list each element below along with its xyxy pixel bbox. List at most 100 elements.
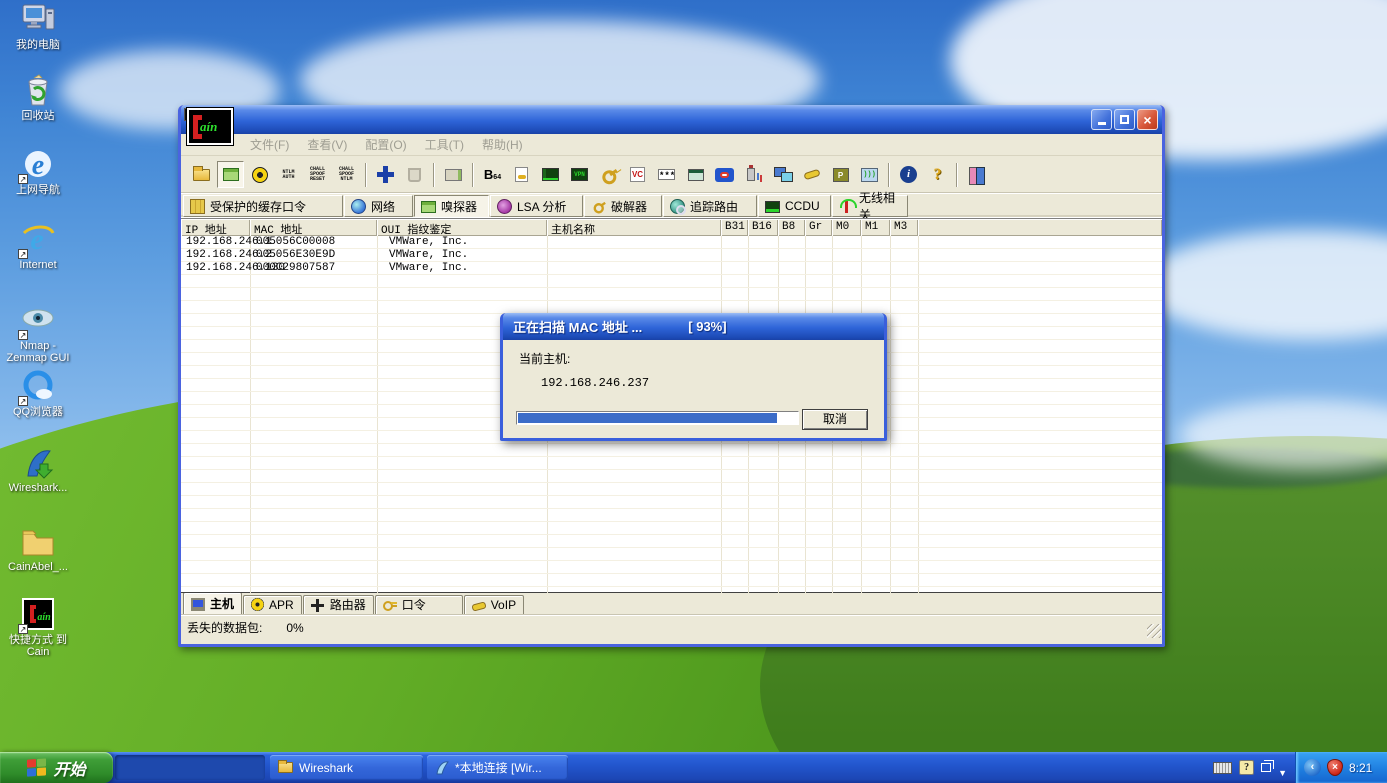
box-revealer-icon[interactable] — [798, 161, 825, 188]
column-header-m0[interactable]: M0 — [832, 219, 861, 236]
tab-lsa-secrets[interactable]: LSA 分析 — [490, 195, 583, 217]
cisco-md5-icon[interactable] — [537, 161, 564, 188]
column-header-hostname[interactable]: 主机名称 — [547, 219, 721, 236]
desktop-icon-nmap-zenmap[interactable]: ↗ Nmap - Zenmap GUI — [4, 304, 72, 364]
toolbar-separator — [956, 162, 958, 187]
menu-view[interactable]: 查看(V) — [300, 134, 354, 155]
toolbar-separator — [365, 162, 367, 187]
keyboard-layout-icon[interactable] — [1213, 761, 1233, 774]
start-button[interactable]: 开始 — [0, 752, 113, 783]
menu-tools[interactable]: 工具(T) — [418, 134, 471, 155]
open-file-icon[interactable] — [188, 161, 215, 188]
dialup-password-icon[interactable] — [595, 161, 622, 188]
add-to-list-icon[interactable] — [372, 161, 399, 188]
tab-ccdu[interactable]: CCDU — [758, 195, 831, 217]
taskbar: 开始 Wireshark *本地连接 [Wir... ? ▼ ‹ × 8:21 — [0, 752, 1387, 783]
maximize-button[interactable] — [1114, 109, 1135, 130]
column-header-m1[interactable]: M1 — [861, 219, 890, 236]
current-host-value: 192.168.246.237 — [541, 376, 650, 390]
keys-icon — [382, 599, 397, 611]
desktop-icon-recycle-bin[interactable]: 回收站 — [4, 74, 72, 122]
close-button[interactable]: × — [1137, 109, 1158, 130]
ime-help-icon[interactable]: ? — [1239, 760, 1255, 775]
shortcut-arrow-overlay: ↗ — [18, 249, 28, 259]
mac-scan-dialog: 正在扫描 MAC 地址 ... [ 93%] 当前主机: 192.168.246… — [500, 313, 887, 441]
toolbar-separator — [433, 162, 435, 187]
cisco-type7-icon[interactable] — [711, 161, 738, 188]
tab-cracker[interactable]: 破解器 — [584, 195, 662, 217]
taskbar-clock[interactable]: 8:21 — [1349, 761, 1372, 775]
tab-hosts[interactable]: 主机 — [183, 592, 243, 614]
column-header-m3[interactable]: M3 — [890, 219, 918, 236]
internet-explorer-icon: e ↗ — [18, 223, 56, 259]
tab-traceroute[interactable]: 追踪路由 — [663, 195, 757, 217]
chevron-down-icon[interactable]: ▼ — [1278, 768, 1287, 778]
taskbar-button-wireshark-folder[interactable]: Wireshark — [270, 755, 423, 780]
status-bar: 丢失的数据包: 0% — [181, 615, 1162, 639]
taskbar-button-active[interactable] — [115, 755, 265, 780]
radiation-icon — [251, 598, 265, 611]
table-row[interactable]: 192.168.246.1 005056C00008 VMWare, Inc. — [181, 236, 1162, 249]
desktop-icon-cain-shortcut[interactable]: aín ↗ 快捷方式 到 Cain — [4, 598, 72, 658]
menu-file[interactable]: 文件(F) — [243, 134, 296, 155]
remote-desktop-icon[interactable] — [769, 161, 796, 188]
tab-apr[interactable]: APR — [243, 595, 302, 614]
menu-help[interactable]: 帮助(H) — [475, 134, 530, 155]
minimize-button[interactable] — [1091, 109, 1112, 130]
desktop-icon-wireshark-installer[interactable]: Wireshark... — [4, 446, 72, 494]
syskey-decoder-icon[interactable] — [740, 161, 767, 188]
vpn-password-icon[interactable]: VPN — [566, 161, 593, 188]
exit-icon[interactable] — [963, 161, 990, 188]
column-header-b8[interactable]: B8 — [778, 219, 805, 236]
tab-wireless[interactable]: 无线相关 — [832, 191, 908, 222]
ntlm-auth-icon[interactable]: NTLM AUTH — [275, 161, 302, 188]
title-bar[interactable]: × — [181, 105, 1162, 134]
security-alert-icon[interactable]: × — [1327, 759, 1343, 776]
help-icon[interactable]: ? — [924, 161, 951, 188]
column-header-mac[interactable]: MAC 地址 — [250, 219, 377, 236]
column-header-b16[interactable]: B16 — [748, 219, 778, 236]
chall-spoof-reset-icon[interactable]: CHALL SPOOF RESET — [304, 161, 331, 188]
qq-browser-icon: ↗ — [18, 370, 56, 406]
phone-icon — [471, 600, 487, 612]
tab-voip[interactable]: VoIP — [463, 595, 525, 614]
configure-nic-icon[interactable] — [440, 161, 467, 188]
dialog-title-bar[interactable]: 正在扫描 MAC 地址 ... [ 93%] — [503, 313, 884, 340]
asterisks-password-icon[interactable]: *** — [653, 161, 680, 188]
hash-calculator-icon[interactable] — [682, 161, 709, 188]
tab-passwords[interactable]: 口令 — [374, 595, 463, 614]
antenna-icon — [839, 198, 857, 214]
tab-routing[interactable]: 路由器 — [302, 595, 374, 614]
access-database-password-icon[interactable] — [508, 161, 535, 188]
desktop-icon-qq-browser[interactable]: ↗ QQ浏览器 — [4, 370, 72, 418]
column-header-gr[interactable]: Gr — [805, 219, 832, 236]
column-header-ip[interactable]: IP 地址 — [181, 219, 250, 236]
table-row[interactable]: 192.168.246.2 005056E30E9D VMWare, Inc. — [181, 249, 1162, 262]
taskbar-button-local-connection[interactable]: *本地连接 [Wir... — [427, 755, 568, 780]
column-header-b31[interactable]: B31 — [721, 219, 748, 236]
tab-network[interactable]: 网络 — [344, 195, 413, 217]
language-bar-restore-icon[interactable] — [1261, 760, 1275, 772]
tab-protected-cache[interactable]: 受保护的缓存口令 — [183, 195, 343, 217]
language-bar-collapse-icon[interactable]: ‹ — [1304, 759, 1321, 776]
desktop-icon-web-navigation[interactable]: e ↗ 上网导航 — [4, 148, 72, 196]
chall-spoof-ntlm-icon[interactable]: CHALL SPOOF NTLM — [333, 161, 360, 188]
column-header-oui[interactable]: OUI 指纹鉴定 — [377, 219, 547, 236]
rsa-token-icon[interactable]: P — [827, 161, 854, 188]
base64-password-icon[interactable]: B 64 — [479, 161, 506, 188]
desktop-icon-internet[interactable]: e ↗ Internet — [4, 223, 72, 271]
cancel-button[interactable]: 取消 — [802, 409, 868, 430]
remove-icon[interactable] — [401, 161, 428, 188]
start-apr-icon[interactable] — [246, 161, 273, 188]
desktop-icon-cainabel-folder[interactable]: CainAbel_... — [4, 525, 72, 573]
vnc-password-icon[interactable]: VC — [624, 161, 651, 188]
toolbar-separator — [472, 162, 474, 187]
table-row[interactable]: 192.168.246.130 000C29807587 VMware, Inc… — [181, 262, 1162, 275]
about-info-icon[interactable]: i — [895, 161, 922, 188]
wireless-scanner-icon[interactable]: ))) — [856, 161, 883, 188]
menu-configure[interactable]: 配置(O) — [358, 134, 413, 155]
start-sniffer-icon[interactable] — [217, 161, 244, 188]
resize-grip[interactable] — [1147, 624, 1161, 638]
desktop-icon-my-computer[interactable]: 我的电脑 — [4, 3, 72, 51]
tab-sniffer[interactable]: 嗅探器 — [414, 195, 489, 217]
